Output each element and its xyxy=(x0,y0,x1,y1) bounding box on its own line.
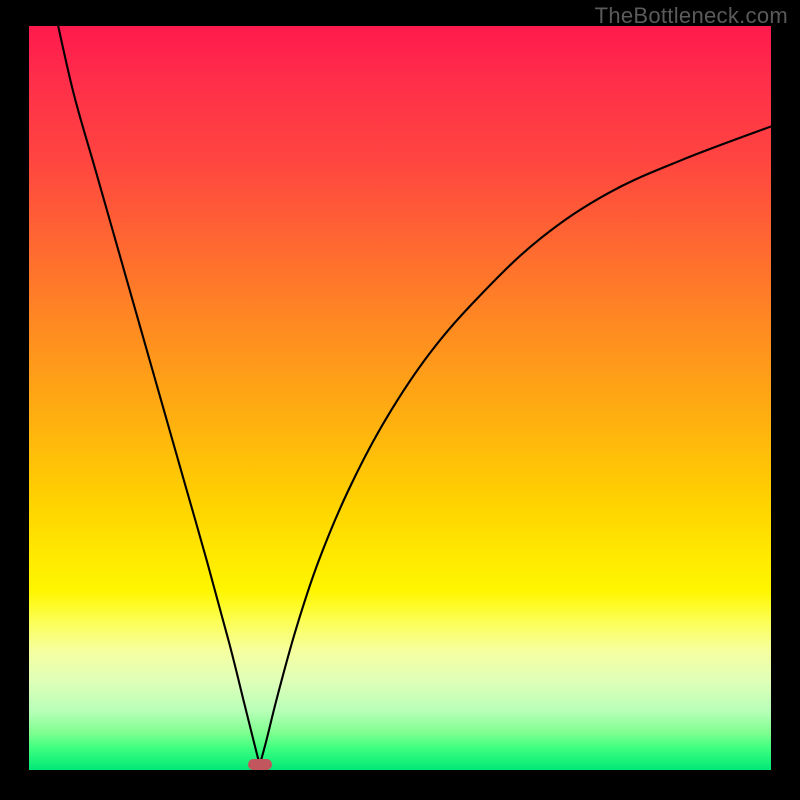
watermark-text: TheBottleneck.com xyxy=(595,3,788,29)
plot-frame xyxy=(29,26,771,770)
curve-left-branch xyxy=(55,11,260,765)
curve-right-branch xyxy=(260,126,771,764)
minimum-marker xyxy=(248,759,272,770)
bottleneck-curve xyxy=(29,26,771,770)
